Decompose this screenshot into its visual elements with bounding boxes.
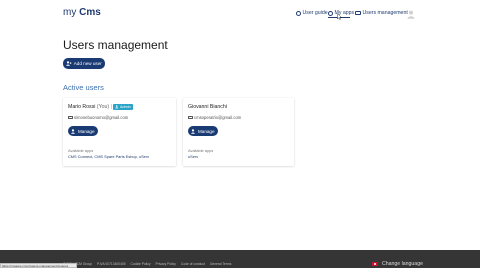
separator: | [110, 104, 112, 110]
user-email-row: cmsoperatrix@gmail.com [188, 115, 241, 120]
available-apps-label: Available apps [188, 148, 214, 153]
manage-label: Manage [77, 128, 95, 134]
top-navigation: my Cms User guide My apps Users manageme… [0, 0, 480, 26]
user-name: Giovanni Bianchi [188, 104, 227, 110]
info-icon [296, 10, 301, 16]
nav-user-guide[interactable]: User guide [296, 10, 328, 16]
manage-label: Manage [197, 128, 215, 134]
flag-icon [372, 262, 378, 266]
app-logo[interactable]: my Cms [63, 7, 101, 18]
available-apps-list: CMS Connect, CMS Spare Parts Eshop, uSer… [68, 154, 150, 159]
user-name-row: Giovanni Bianchi [188, 104, 227, 110]
manage-user-button[interactable]: Manage [188, 126, 218, 136]
user-avatar-icon[interactable] [407, 10, 415, 19]
footer-links: © 2024 SCM Group P.IVA 00713400405 Cooki… [63, 262, 235, 266]
admin-badge: Admin [113, 104, 133, 110]
user-email-row: simonebuonomo@gmail.com [68, 115, 128, 120]
manage-user-button[interactable]: Manage [68, 126, 98, 136]
manage-user-icon [71, 128, 76, 134]
user-card: Mario Rossi (You) | Admin simonebuonomo@… [63, 98, 176, 166]
logo-prefix: my [63, 7, 77, 18]
manage-user-icon [191, 128, 196, 134]
admin-badge-label: Admin [119, 105, 131, 109]
browser-status-url: https://myapps.cms.it/users-management/m… [0, 263, 77, 268]
user-name-row: Mario Rossi (You) | Admin [68, 104, 133, 110]
change-language-button[interactable]: Change language [372, 261, 423, 267]
available-apps-label: Available apps [68, 148, 94, 153]
active-users-heading: Active users [63, 83, 104, 92]
nav-users-management[interactable]: Users management [355, 10, 408, 16]
change-language-label: Change language [382, 261, 423, 267]
apps-icon [328, 10, 333, 16]
add-user-icon [66, 61, 72, 66]
envelope-icon [68, 115, 73, 120]
footer-vat: P.IVA 00713400405 [96, 262, 126, 266]
page-title: Users management [63, 38, 168, 52]
footer-link-code-of-conduct[interactable]: Code of conduct [181, 262, 205, 266]
nav-users-management-label: Users management [362, 10, 408, 16]
user-card: Giovanni Bianchi cmsoperatrix@gmail.com … [183, 98, 294, 166]
user-email: cmsoperatrix@gmail.com [194, 115, 242, 120]
available-apps-list: uServ [188, 154, 199, 159]
footer-link-cookie-policy[interactable]: Cookie Policy [131, 262, 151, 266]
add-new-user-label: Add new user [73, 61, 102, 66]
mouse-pointer-icon [337, 13, 342, 20]
user-email: simonebuonomo@gmail.com [74, 115, 129, 120]
user-icon [115, 105, 119, 109]
footer-link-general-terms[interactable]: General Terms [210, 262, 232, 266]
users-icon [355, 10, 361, 16]
nav-user-guide-label: User guide [302, 10, 328, 16]
add-new-user-button[interactable]: Add new user [63, 58, 105, 69]
footer-link-privacy-policy[interactable]: Privacy Policy [155, 262, 176, 266]
envelope-icon [188, 115, 193, 120]
you-label: (You) [96, 104, 110, 110]
user-name: Mario Rossi [68, 104, 96, 110]
logo-brand: Cms [79, 7, 101, 18]
